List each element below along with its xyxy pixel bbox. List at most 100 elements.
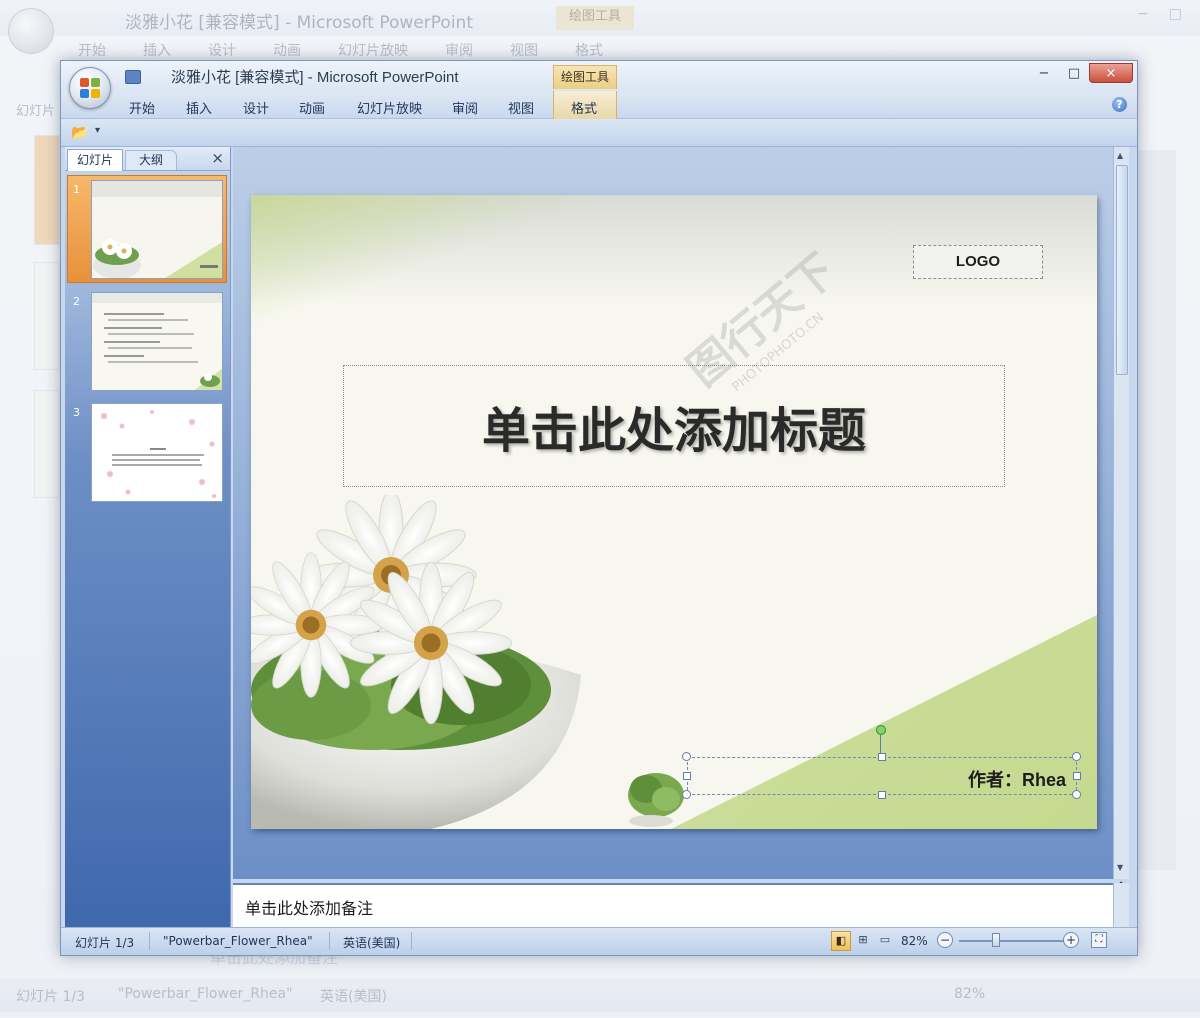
save-icon[interactable] <box>125 70 141 84</box>
panel-tabs: 幻灯片 大纲 × <box>65 147 230 171</box>
customize-toolbar-dropdown-icon[interactable]: ▾ <box>95 125 100 136</box>
author-text: 作者：Rhea <box>967 770 1066 790</box>
slide-title-text: 单击此处添加标题 <box>481 403 866 459</box>
background-theme-name: "Powerbar_Flower_Rhea" <box>118 986 293 1002</box>
zoom-slider-track[interactable] <box>959 940 1065 942</box>
help-icon[interactable]: ? <box>1112 97 1127 112</box>
resize-handle-top[interactable] <box>878 753 886 761</box>
titlebar: 淡雅小花 [兼容模式] - Microsoft PowerPoint 绘图工具 … <box>61 61 1137 91</box>
background-tab: 视图 <box>510 43 538 59</box>
slide-thumbnail-2[interactable] <box>91 292 223 391</box>
notes-scrollbar[interactable] <box>1113 883 1129 927</box>
tab-slides[interactable]: 幻灯片 <box>67 149 123 171</box>
scrollbar-thumb[interactable] <box>1116 165 1128 375</box>
drawing-tools-context-label: 绘图工具 <box>553 65 617 89</box>
scroll-down-icon[interactable]: ▼ <box>1117 863 1123 872</box>
background-maximize-icon: □ <box>1168 6 1182 22</box>
maximize-button[interactable]: □ <box>1059 63 1089 83</box>
background-thumbnail <box>34 390 60 498</box>
close-panel-icon[interactable]: × <box>211 149 224 167</box>
notes-placeholder: 单击此处添加备注 <box>245 899 374 918</box>
background-context-tab-title: 绘图工具 <box>556 6 634 30</box>
quick-access-toolbar: 📂 ▾ <box>61 119 1137 147</box>
slide-thumbnail-3[interactable] <box>91 403 223 502</box>
background-slides-label: 幻灯片 <box>16 104 56 119</box>
background-right-panel <box>1136 150 1176 870</box>
resize-handle-right[interactable] <box>1073 772 1081 780</box>
language-indicator[interactable]: 英语(美国) <box>343 934 400 951</box>
title-placeholder[interactable]: 单击此处添加标题 <box>343 365 1005 487</box>
flower-bowl-image <box>251 495 581 829</box>
background-statusbar: 幻灯片 1/3 "Powerbar_Flower_Rhea" 英语(美国) 82… <box>0 978 1200 1012</box>
background-thumbnail <box>34 135 60 245</box>
zoom-in-icon[interactable]: + <box>1063 932 1079 948</box>
slide-sorter-view-icon[interactable]: ⊞ <box>853 931 873 951</box>
background-office-button <box>8 8 54 54</box>
background-thumbnail <box>34 262 60 370</box>
background-language: 英语(美国) <box>320 989 387 1005</box>
tab-animations[interactable]: 动画 <box>299 98 325 117</box>
window-controls: − □ × <box>1029 63 1133 83</box>
thumbnail-3-preview <box>92 404 222 501</box>
tab-home[interactable]: 开始 <box>129 98 155 117</box>
slide-thumbnail-1[interactable] <box>91 180 223 279</box>
resize-handle-bottom-right[interactable] <box>1072 790 1081 799</box>
zoom-out-icon[interactable]: − <box>937 932 953 948</box>
background-window-controls: − □ <box>1137 6 1182 22</box>
scroll-up-icon[interactable]: ▲ <box>1117 151 1123 160</box>
rotate-handle[interactable] <box>876 725 886 735</box>
tab-design[interactable]: 设计 <box>243 98 269 117</box>
tab-outline[interactable]: 大纲 <box>125 150 177 170</box>
background-tab: 设计 <box>208 43 236 59</box>
office-button[interactable] <box>69 67 111 109</box>
minimize-button[interactable]: − <box>1029 63 1059 83</box>
background-tab: 开始 <box>78 43 106 59</box>
resize-handle-left[interactable] <box>683 772 691 780</box>
statusbar: 幻灯片 1/3 "Powerbar_Flower_Rhea" 英语(美国) ◧ … <box>61 927 1137 955</box>
resize-handle-top-left[interactable] <box>682 752 691 761</box>
tab-review[interactable]: 审阅 <box>452 98 478 117</box>
tab-format[interactable]: 格式 <box>571 98 597 117</box>
thumbnail-number: 3 <box>73 406 80 419</box>
powerpoint-window: 淡雅小花 [兼容模式] - Microsoft PowerPoint 绘图工具 … <box>60 60 1138 956</box>
thumbnail-number: 1 <box>73 183 80 196</box>
author-textbox[interactable]: 作者：Rhea <box>687 757 1077 795</box>
background-tab: 审阅 <box>445 43 473 59</box>
open-folder-icon[interactable]: 📂 <box>71 125 88 141</box>
thumbnail-1-preview <box>92 181 222 278</box>
theme-name[interactable]: "Powerbar_Flower_Rhea" <box>163 934 313 948</box>
background-window-title: 淡雅小花 [兼容模式] - Microsoft PowerPoint <box>125 13 473 33</box>
background-zoom-level: 82% <box>954 986 986 1002</box>
thumbnail-number: 2 <box>73 295 80 308</box>
tab-slideshow[interactable]: 幻灯片放映 <box>357 98 422 117</box>
logo-placeholder[interactable]: LOGO <box>913 245 1043 279</box>
background-tab: 插入 <box>143 43 171 59</box>
background-minimize-icon: − <box>1137 6 1149 22</box>
status-divider <box>411 932 412 950</box>
resize-handle-top-right[interactable] <box>1072 752 1081 761</box>
background-tab: 格式 <box>575 43 603 59</box>
fit-to-window-icon[interactable]: ⛶ <box>1091 932 1107 948</box>
zoom-level[interactable]: 82% <box>901 934 928 948</box>
background-slide-counter: 幻灯片 1/3 <box>16 989 85 1005</box>
current-slide[interactable]: LOGO 单击此处添加标题 作者：Rhea 图行天下 PHOTOPHOTO.CN <box>251 195 1097 829</box>
normal-view-icon[interactable]: ◧ <box>831 931 851 951</box>
background-tab: 动画 <box>273 43 301 59</box>
slideshow-view-icon[interactable]: ▭ <box>875 931 895 951</box>
window-title: 淡雅小花 [兼容模式] - Microsoft PowerPoint <box>171 69 459 86</box>
tab-view[interactable]: 视图 <box>508 98 534 117</box>
slides-panel: 幻灯片 大纲 × 1 2 3 <box>65 147 231 927</box>
slide-counter: 幻灯片 1/3 <box>75 936 135 950</box>
resize-handle-bottom[interactable] <box>878 791 886 799</box>
notes-pane[interactable]: 单击此处添加备注 <box>233 883 1113 927</box>
resize-handle-bottom-left[interactable] <box>682 790 691 799</box>
zoom-slider-thumb[interactable] <box>992 933 1001 947</box>
office-logo-icon <box>80 78 100 98</box>
status-divider <box>149 932 150 950</box>
tab-insert[interactable]: 插入 <box>186 98 212 117</box>
thumbnail-2-preview <box>92 293 222 390</box>
rotate-handle-stem <box>880 735 881 755</box>
close-button[interactable]: × <box>1089 63 1133 83</box>
vertical-scrollbar[interactable]: ▲ ▼ <box>1113 147 1129 879</box>
background-tab: 幻灯片放映 <box>338 43 408 59</box>
